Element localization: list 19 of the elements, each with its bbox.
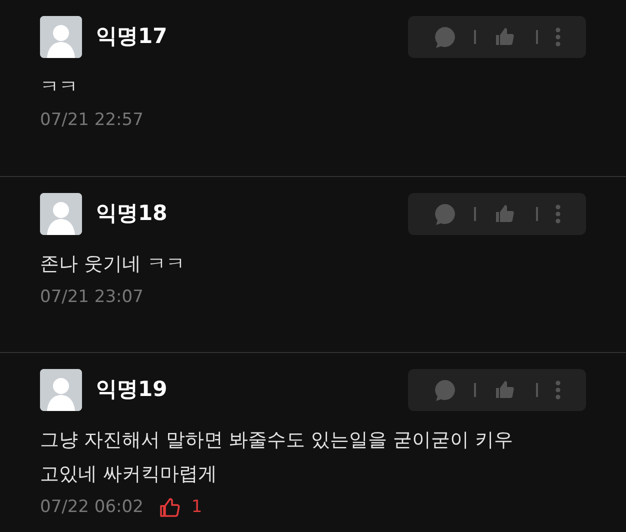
reply-icon[interactable] xyxy=(432,25,457,49)
reply-icon[interactable] xyxy=(432,378,457,402)
comment-text: 그냥 자진해서 말하면 봐줄수도 있는일을 굳이굳이 키우고있네 싸커킥마렵게 xyxy=(40,428,514,487)
timestamp: 07/21 23:07 xyxy=(40,286,144,309)
timestamp: 07/21 22:57 xyxy=(40,109,144,132)
avatar-icon xyxy=(40,369,82,411)
more-icon[interactable] xyxy=(555,204,562,224)
author-name: 익명18 xyxy=(96,200,168,228)
author-name: 익명19 xyxy=(96,376,168,404)
more-icon[interactable] xyxy=(555,27,562,47)
avatar-icon xyxy=(40,16,82,58)
more-icon[interactable] xyxy=(555,380,562,400)
avatar-icon xyxy=(40,193,82,235)
comment-text: ㅋㅋ xyxy=(40,75,79,100)
author-name: 익명17 xyxy=(96,23,168,50)
comment-text: 존나 웃기네 ㅋㅋ xyxy=(40,252,186,277)
like-count: 1 xyxy=(191,496,202,519)
reply-icon[interactable] xyxy=(432,202,457,226)
timestamp: 07/22 06:02 xyxy=(40,496,144,519)
